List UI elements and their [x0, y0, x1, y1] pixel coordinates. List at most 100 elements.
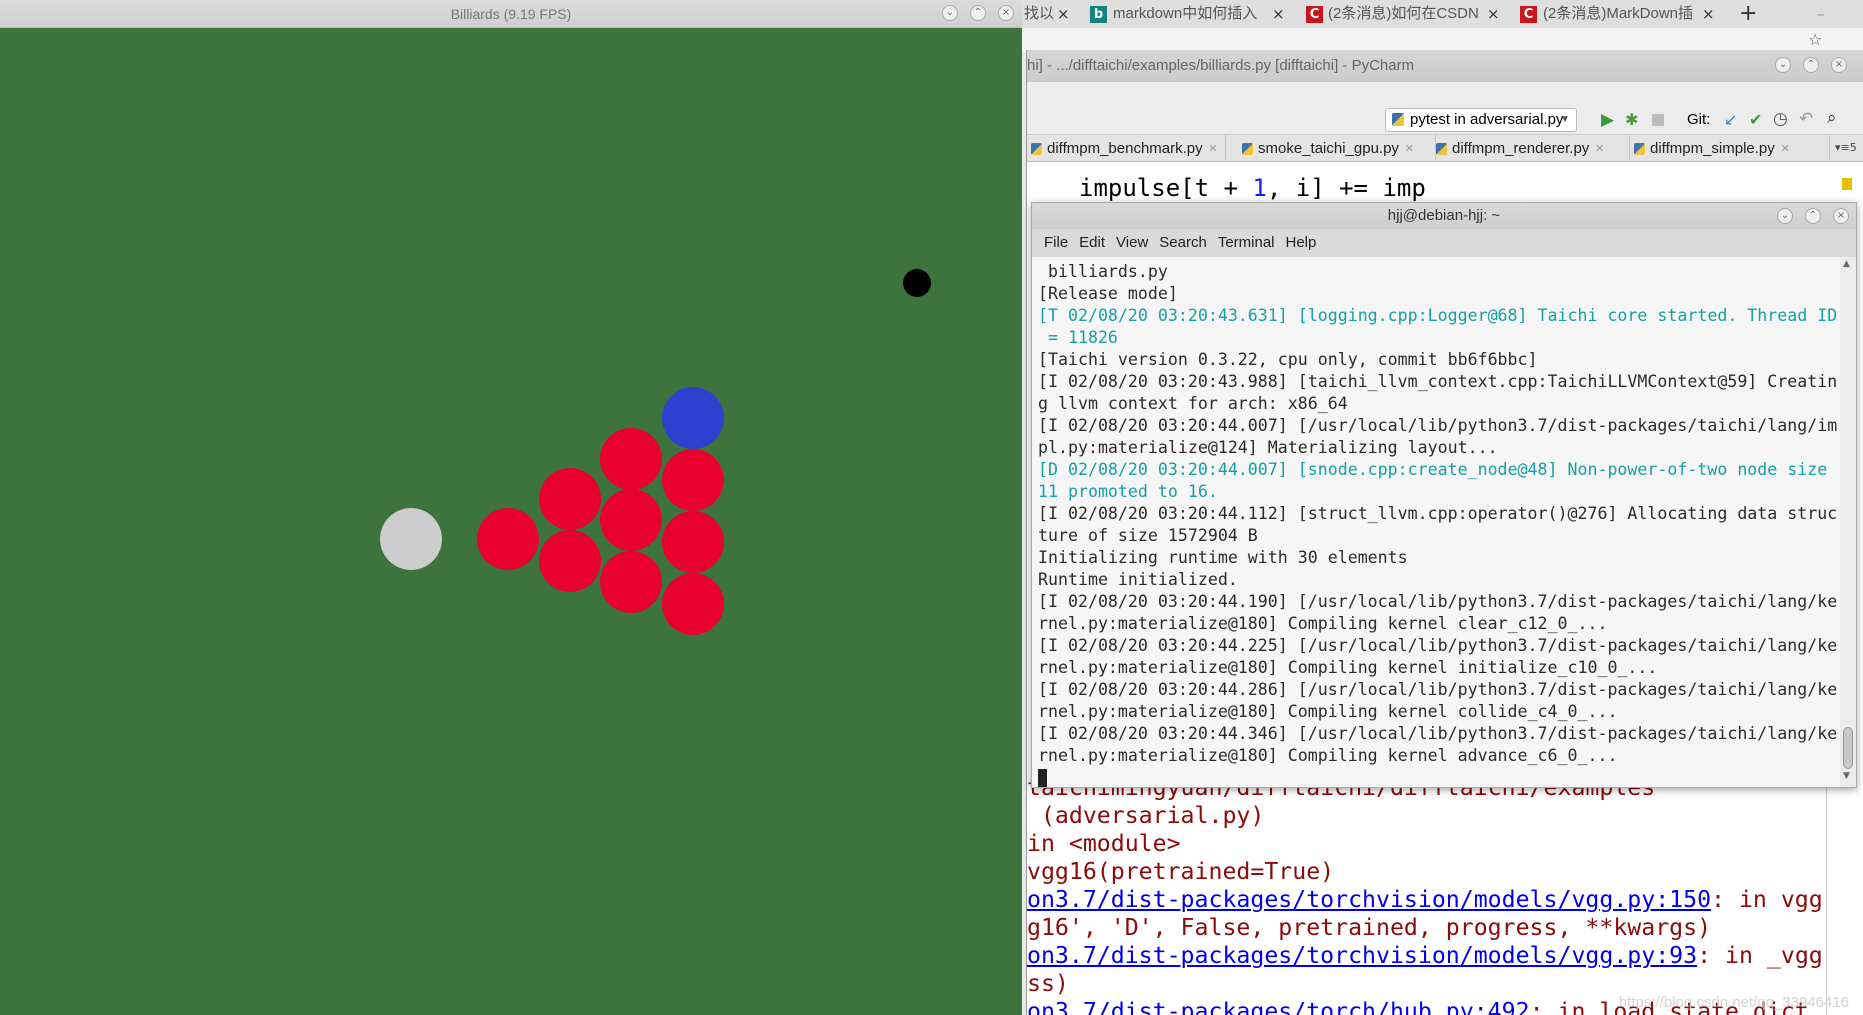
menu-edit[interactable]: Edit — [1079, 234, 1105, 251]
code-text: impulse[t + — [1079, 174, 1253, 202]
source-link[interactable]: on3.7/dist-packages/torchvision/models/v… — [1027, 942, 1697, 969]
window-title: hjj@debian-hjj: ~ — [1387, 207, 1501, 224]
search-icon[interactable]: ⌕ — [1827, 108, 1837, 128]
scroll-down-icon[interactable]: ▼ — [1843, 771, 1850, 781]
close-tab-icon[interactable]: × — [1209, 140, 1218, 157]
watermark: https://blog.csdn.net/qq_33946416 — [1618, 994, 1849, 1011]
terminal-line: Initializing runtime with 30 elements — [1038, 548, 1408, 567]
close-tab-icon[interactable]: × — [1487, 0, 1500, 28]
cue-ball — [380, 508, 442, 570]
red-ball — [600, 489, 662, 551]
scroll-up-icon[interactable]: ▲ — [1843, 259, 1850, 269]
overflow-count: 5 — [1849, 141, 1857, 154]
close-button[interactable]: × — [998, 5, 1014, 21]
git-commit-icon[interactable]: ✔ — [1749, 110, 1762, 129]
run-output-console[interactable]: taichimingyuan/difftaichi/difftaichi/exa… — [1027, 774, 1827, 1015]
minimize-button[interactable]: ⌄ — [942, 5, 958, 21]
toolbar: pytest in adversarial.py ▼ ▶ ✱ Git: ↙ ✔ … — [1027, 106, 1863, 134]
chevron-down-icon: ▼ — [1560, 114, 1570, 125]
terminal-scrollbar[interactable]: ▲ ▼ — [1840, 257, 1856, 787]
maximize-button[interactable]: ⌃ — [1805, 208, 1821, 224]
terminal-line: [I 02/08/20 03:20:44.225] [/usr/local/li… — [1038, 636, 1838, 655]
browser-tab[interactable]: 找以/ — [1024, 0, 1054, 28]
close-button[interactable]: × — [1833, 208, 1849, 224]
minimize-button[interactable]: ⌄ — [1777, 208, 1793, 224]
browser-tab[interactable]: (2条消息)如何在CSDN — [1328, 0, 1478, 28]
console-text: in <module> — [1027, 830, 1181, 857]
close-tab-icon[interactable]: × — [1595, 140, 1604, 157]
menu-help[interactable]: Help — [1286, 234, 1317, 251]
terminal-line: [I 02/08/20 03:20:44.286] [/usr/local/li… — [1038, 680, 1838, 699]
menu-search[interactable]: Search — [1159, 234, 1207, 251]
tab-diffmpm-benchmark[interactable]: diffmpm_benchmark.py × — [1027, 135, 1226, 163]
console-line: (adversarial.py) — [1027, 802, 1826, 830]
code-text: , i] += imp — [1266, 174, 1426, 202]
source-link[interactable]: on3.7/dist-packages/torchvision/models/v… — [1027, 886, 1711, 913]
console-line: on3.7/dist-packages/torchvision/models/v… — [1027, 942, 1826, 970]
git-label: Git: — [1687, 111, 1711, 128]
close-tab-icon[interactable]: × — [1702, 0, 1715, 28]
billiards-title-bar[interactable]: Billiards (9.19 FPS) ⌄ ⌃ × — [0, 0, 1022, 28]
terminal-line: [I 02/08/20 03:20:44.346] [/usr/local/li… — [1038, 724, 1838, 743]
tab-label: diffmpm_simple.py — [1650, 140, 1775, 157]
terminal-window[interactable]: hjj@debian-hjj: ~ ⌄ ⌃ × File Edit View Sear… — [1031, 202, 1857, 788]
close-button[interactable]: × — [1831, 57, 1847, 73]
red-ball — [662, 573, 724, 635]
run-config-select[interactable]: pytest in adversarial.py ▼ — [1385, 108, 1577, 132]
red-ball — [600, 551, 662, 613]
red-ball — [477, 508, 539, 570]
maximize-button[interactable]: ⌃ — [1803, 57, 1819, 73]
minimize-button[interactable]: – — [1817, 0, 1825, 28]
console-text: (adversarial.py) — [1027, 802, 1265, 829]
new-tab-button[interactable]: + — [1739, 0, 1757, 28]
scrollbar-thumb[interactable] — [1843, 727, 1853, 769]
tab-diffmpm-simple[interactable]: diffmpm_simple.py × — [1630, 135, 1830, 163]
warning-marker[interactable] — [1842, 178, 1852, 190]
close-tab-icon[interactable]: × — [1057, 0, 1070, 28]
browser-tab-bar: 找以/ × b markdown中如何插入 × C (2条消息)如何在CSDN … — [1022, 0, 1863, 28]
git-update-icon[interactable]: ↙ — [1724, 110, 1737, 129]
console-text: g16', 'D', False, pretrained, progress, … — [1027, 914, 1712, 941]
menu-view[interactable]: View — [1116, 234, 1148, 251]
terminal-line: rnel.py:materialize@180] Compiling kerne… — [1038, 702, 1618, 721]
terminal-output[interactable]: billiards.py [Release mode] [T 02/08/20 03… — [1032, 257, 1840, 787]
browser-tab[interactable]: markdown中如何插入 — [1113, 0, 1263, 28]
python-icon — [1392, 113, 1404, 126]
console-line: in <module> — [1027, 830, 1826, 858]
python-file-icon — [1634, 143, 1645, 155]
bookmark-star-icon[interactable]: ☆ — [1808, 30, 1822, 49]
terminal-line: g llvm context for arch: x86_64 — [1038, 394, 1348, 413]
close-tab-icon[interactable]: × — [1781, 140, 1790, 157]
run-config-label: pytest in adversarial.py — [1410, 111, 1564, 128]
csdn-icon: C — [1520, 6, 1537, 23]
console-line: on3.7/dist-packages/torchvision/models/v… — [1027, 886, 1826, 914]
terminal-line: [I 02/08/20 03:20:44.007] [/usr/local/li… — [1038, 416, 1838, 435]
terminal-line: [Taichi version 0.3.22, cpu only, commit… — [1038, 350, 1538, 369]
pycharm-title-bar[interactable]: hi] - .../difftaichi/examples/billiards.… — [1027, 50, 1863, 82]
tab-diffmpm-renderer[interactable]: diffmpm_renderer.py × — [1432, 135, 1630, 163]
menu-terminal[interactable]: Terminal — [1218, 234, 1275, 251]
billiards-window[interactable]: Billiards (9.19 FPS) ⌄ ⌃ × — [0, 0, 1022, 1015]
source-link[interactable]: on3.7/dist-packages/torch/hub.py:492 — [1027, 998, 1530, 1015]
stop-icon[interactable] — [1652, 114, 1664, 126]
terminal-line: [Release mode] — [1038, 284, 1178, 303]
tabs-overflow-button[interactable]: ▾≡5 — [1835, 141, 1857, 154]
debug-icon[interactable]: ✱ — [1625, 110, 1638, 129]
maximize-button[interactable]: ⌃ — [970, 5, 986, 21]
run-icon[interactable]: ▶ — [1601, 110, 1614, 130]
red-ball — [662, 511, 724, 573]
history-icon[interactable]: ◷ — [1773, 109, 1788, 129]
terminal-title-bar[interactable]: hjj@debian-hjj: ~ ⌄ ⌃ × — [1032, 203, 1856, 229]
revert-icon[interactable]: ↶ — [1799, 109, 1813, 129]
tab-smoke-taichi-gpu[interactable]: smoke_taichi_gpu.py × — [1238, 135, 1436, 163]
csdn-icon: C — [1306, 6, 1323, 23]
console-text: : in vgg — [1711, 886, 1823, 913]
menu-file[interactable]: File — [1044, 234, 1068, 251]
close-tab-icon[interactable]: × — [1272, 0, 1285, 28]
console-line: vgg16(pretrained=True) — [1027, 858, 1826, 886]
text-cursor — [1038, 768, 1047, 787]
close-tab-icon[interactable]: × — [1405, 140, 1414, 157]
browser-tab[interactable]: (2条消息)MarkDown插 — [1543, 0, 1693, 28]
minimize-button[interactable]: ⌄ — [1775, 57, 1791, 73]
python-file-icon — [1031, 143, 1042, 155]
